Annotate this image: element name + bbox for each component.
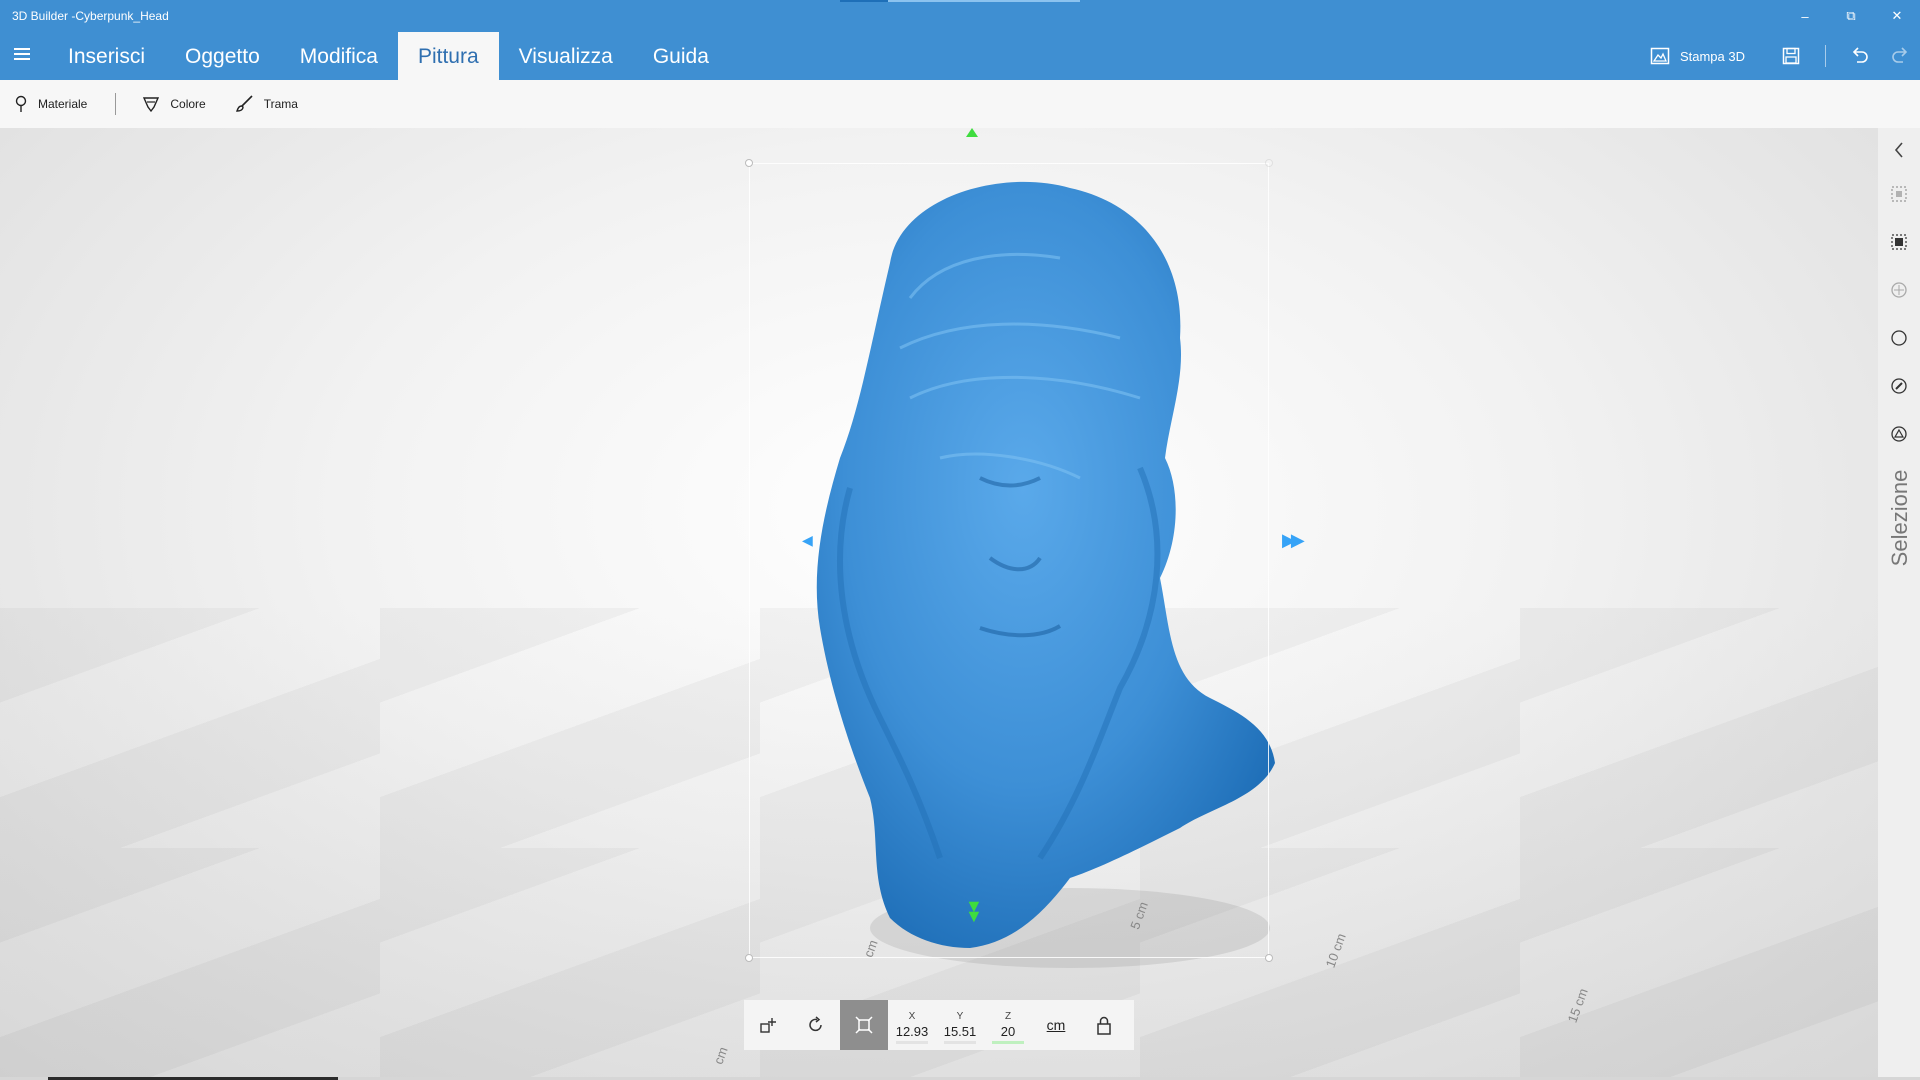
selection-bounding-box[interactable] (749, 163, 1269, 958)
selection-panel-label: Selezione (1878, 458, 1920, 578)
selection-label-text: Selezione (1887, 469, 1912, 567)
rotate-icon (809, 1016, 822, 1032)
transform-bar: X 12.93 Y 15.51 Z 20 cm (744, 1000, 1134, 1050)
bbox-handle-bottom-left[interactable] (745, 954, 753, 962)
z-label: Z (1004, 1011, 1012, 1022)
bbox-handle-bottom-right[interactable] (1265, 954, 1273, 962)
paint-bucket-icon (143, 97, 160, 113)
z-axis-indicator (992, 1041, 1024, 1044)
texture-tool[interactable]: Trama (220, 86, 312, 122)
y-size-field[interactable]: Y 15.51 (936, 1000, 984, 1050)
tab-guida[interactable]: Guida (633, 32, 729, 80)
loading-progress-bar (840, 0, 1080, 2)
print-3d-label: Stampa 3D (1679, 48, 1745, 64)
material-pin-icon (15, 95, 27, 112)
tab-visualizza[interactable]: Visualizza (499, 32, 633, 80)
loading-progress-fill (840, 0, 888, 2)
window-title: 3D Builder -Cyberpunk_Head (12, 9, 169, 23)
minimize-button[interactable]: – (1782, 0, 1828, 32)
scale-icon (855, 1016, 873, 1034)
y-value: 15.51 (943, 1024, 977, 1039)
select-circle-icon[interactable] (1887, 326, 1911, 350)
3d-viewport[interactable]: ▶▶ ◀ ▼ ▼ 5 cm 10 cm 15 cm cm cm (0, 128, 1878, 1080)
y-axis-indicator (944, 1041, 976, 1044)
ribbon-tabs: Inserisci Oggetto Modifica Pittura Visua… (48, 32, 729, 80)
z-value: 20 (1000, 1024, 1016, 1039)
x-value: 12.93 (895, 1024, 929, 1039)
brush-icon (235, 95, 253, 112)
tab-modifica[interactable]: Modifica (280, 32, 398, 80)
select-faces-icon[interactable] (1887, 278, 1911, 302)
select-triangle-icon[interactable] (1887, 422, 1911, 446)
paint-toolbar: Materiale Colore Trama (0, 80, 1920, 128)
ribbon-divider (1825, 45, 1826, 67)
maximize-button[interactable]: ⧉ (1828, 0, 1874, 32)
close-button[interactable]: ✕ (1874, 0, 1920, 32)
paint-select-icon[interactable] (1887, 374, 1911, 398)
color-tool[interactable]: Colore (128, 86, 219, 122)
app-header: 3D Builder -Cyberpunk_Head – ⧉ ✕ Inseris… (0, 0, 1920, 80)
selection-side-panel: Selezione (1878, 128, 1920, 1080)
color-label: Colore (170, 97, 206, 111)
move-x-back-arrow-icon[interactable]: ◀ (802, 532, 813, 549)
hamburger-menu-icon[interactable] (8, 40, 36, 68)
bbox-handle-top-left[interactable] (745, 159, 753, 167)
title-bar: 3D Builder -Cyberpunk_Head – ⧉ ✕ (0, 0, 1920, 32)
material-label: Materiale (38, 97, 88, 111)
print-3d-button[interactable]: Stampa 3D (1650, 47, 1745, 65)
z-size-field[interactable]: Z 20 (984, 1000, 1032, 1050)
y-label: Y (956, 1011, 964, 1022)
select-all-icon[interactable] (1887, 230, 1911, 254)
texture-label: Trama (263, 97, 298, 111)
lock-icon (1097, 1016, 1111, 1035)
move-x-arrow-icon[interactable]: ▶▶ (1282, 530, 1305, 551)
tab-inserisci[interactable]: Inserisci (48, 32, 165, 80)
toolbar-divider (115, 93, 117, 115)
unit-selector[interactable]: cm (1032, 1000, 1080, 1050)
material-tool[interactable]: Materiale (0, 86, 101, 122)
bbox-handle-top-right[interactable] (1265, 159, 1273, 167)
x-label: X (908, 1011, 916, 1022)
x-axis-indicator (896, 1041, 928, 1044)
rotate-tool-button[interactable] (792, 1000, 840, 1050)
move-tool-button[interactable] (744, 1000, 792, 1050)
select-objects-icon[interactable] (1887, 182, 1911, 206)
print-3d-icon (1650, 47, 1670, 65)
save-icon[interactable] (1771, 36, 1811, 76)
redo-icon[interactable] (1880, 36, 1920, 76)
scale-tool-button[interactable] (840, 1000, 888, 1050)
move-z-arrow-icon[interactable] (966, 128, 978, 137)
x-size-field[interactable]: X 12.93 (888, 1000, 936, 1050)
tab-oggetto[interactable]: Oggetto (165, 32, 280, 80)
collapse-chevron-left-icon[interactable] (1887, 138, 1911, 162)
ribbon-actions: Stampa 3D (1650, 32, 1920, 80)
lock-proportions-button[interactable] (1080, 1000, 1128, 1050)
move-y-arrow-icon[interactable]: ▼ ▼ (965, 897, 983, 925)
undo-icon[interactable] (1840, 36, 1880, 76)
tab-pittura[interactable]: Pittura (397, 32, 499, 80)
move-icon (760, 1018, 776, 1033)
